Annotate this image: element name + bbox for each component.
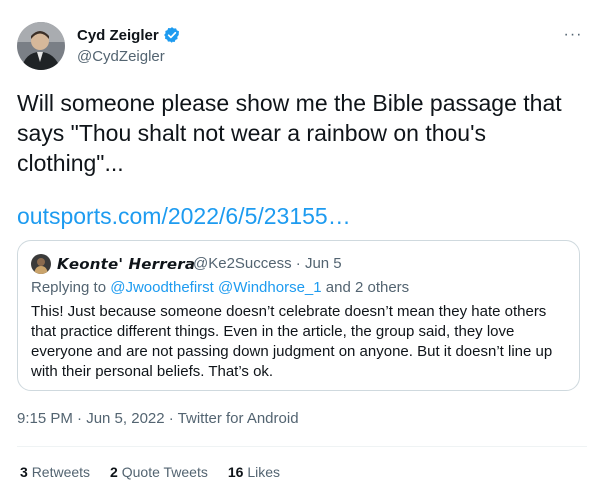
quoted-author-handle: @Ke2Success bbox=[193, 255, 292, 272]
author-name[interactable]: Cyd Zeigler bbox=[77, 27, 159, 44]
tweet-text: Will someone please show me the Bible pa… bbox=[17, 90, 562, 176]
likes-label: Likes bbox=[247, 464, 281, 480]
author-avatar[interactable] bbox=[17, 22, 65, 70]
replying-to: Replying to @Jwoodthefirst @Windhorse_1 … bbox=[31, 279, 409, 296]
replying-to-prefix: Replying to bbox=[31, 279, 111, 296]
quoted-author-name: 𝙆𝙚𝙤𝙣𝙩𝙚' 𝙃𝙚𝙧𝙧𝙚𝙧𝙖 bbox=[57, 255, 196, 273]
engagement-stats: 3 Retweets 2 Quote Tweets 16 Likes bbox=[20, 464, 280, 480]
replying-to-suffix: and 2 others bbox=[321, 279, 410, 296]
more-options-icon[interactable]: ··· bbox=[562, 26, 584, 44]
retweets-label: Retweets bbox=[31, 464, 91, 480]
retweets-count: 3 bbox=[20, 464, 28, 480]
quote-tweets-stat[interactable]: 2 Quote Tweets bbox=[110, 464, 208, 480]
tweet-timestamp[interactable]: 9:15 PM · Jun 5, 2022 · Twitter for Andr… bbox=[17, 410, 299, 427]
quoted-date: Jun 5 bbox=[304, 255, 342, 272]
quoted-author-meta: @Ke2Success · Jun 5 bbox=[193, 255, 342, 272]
verified-badge-icon bbox=[163, 26, 181, 44]
quoted-author-avatar bbox=[31, 254, 51, 274]
retweets-stat[interactable]: 3 Retweets bbox=[20, 464, 90, 480]
divider-top bbox=[17, 446, 587, 447]
avatar-image bbox=[17, 22, 65, 70]
replying-to-users: @Jwoodthefirst @Windhorse_1 bbox=[110, 279, 322, 296]
quote-tweets-label: Quote Tweets bbox=[121, 464, 208, 480]
quote-tweets-count: 2 bbox=[110, 464, 118, 480]
likes-stat[interactable]: 16 Likes bbox=[228, 464, 280, 480]
author-name-row[interactable]: Cyd Zeigler bbox=[77, 26, 181, 44]
quoted-tweet-text: This! Just because someone doesn’t celeb… bbox=[31, 303, 553, 380]
meta-separator: · bbox=[295, 255, 305, 272]
tweet-link[interactable]: outsports.com/2022/6/5/23155… bbox=[17, 201, 351, 231]
likes-count: 16 bbox=[227, 464, 244, 480]
author-handle[interactable]: @CydZeigler bbox=[77, 48, 165, 65]
quoted-tweet[interactable]: 𝙆𝙚𝙤𝙣𝙩𝙚' 𝙃𝙚𝙧𝙧𝙚𝙧𝙖 @Ke2Success · Jun 5 Repl… bbox=[17, 240, 580, 391]
